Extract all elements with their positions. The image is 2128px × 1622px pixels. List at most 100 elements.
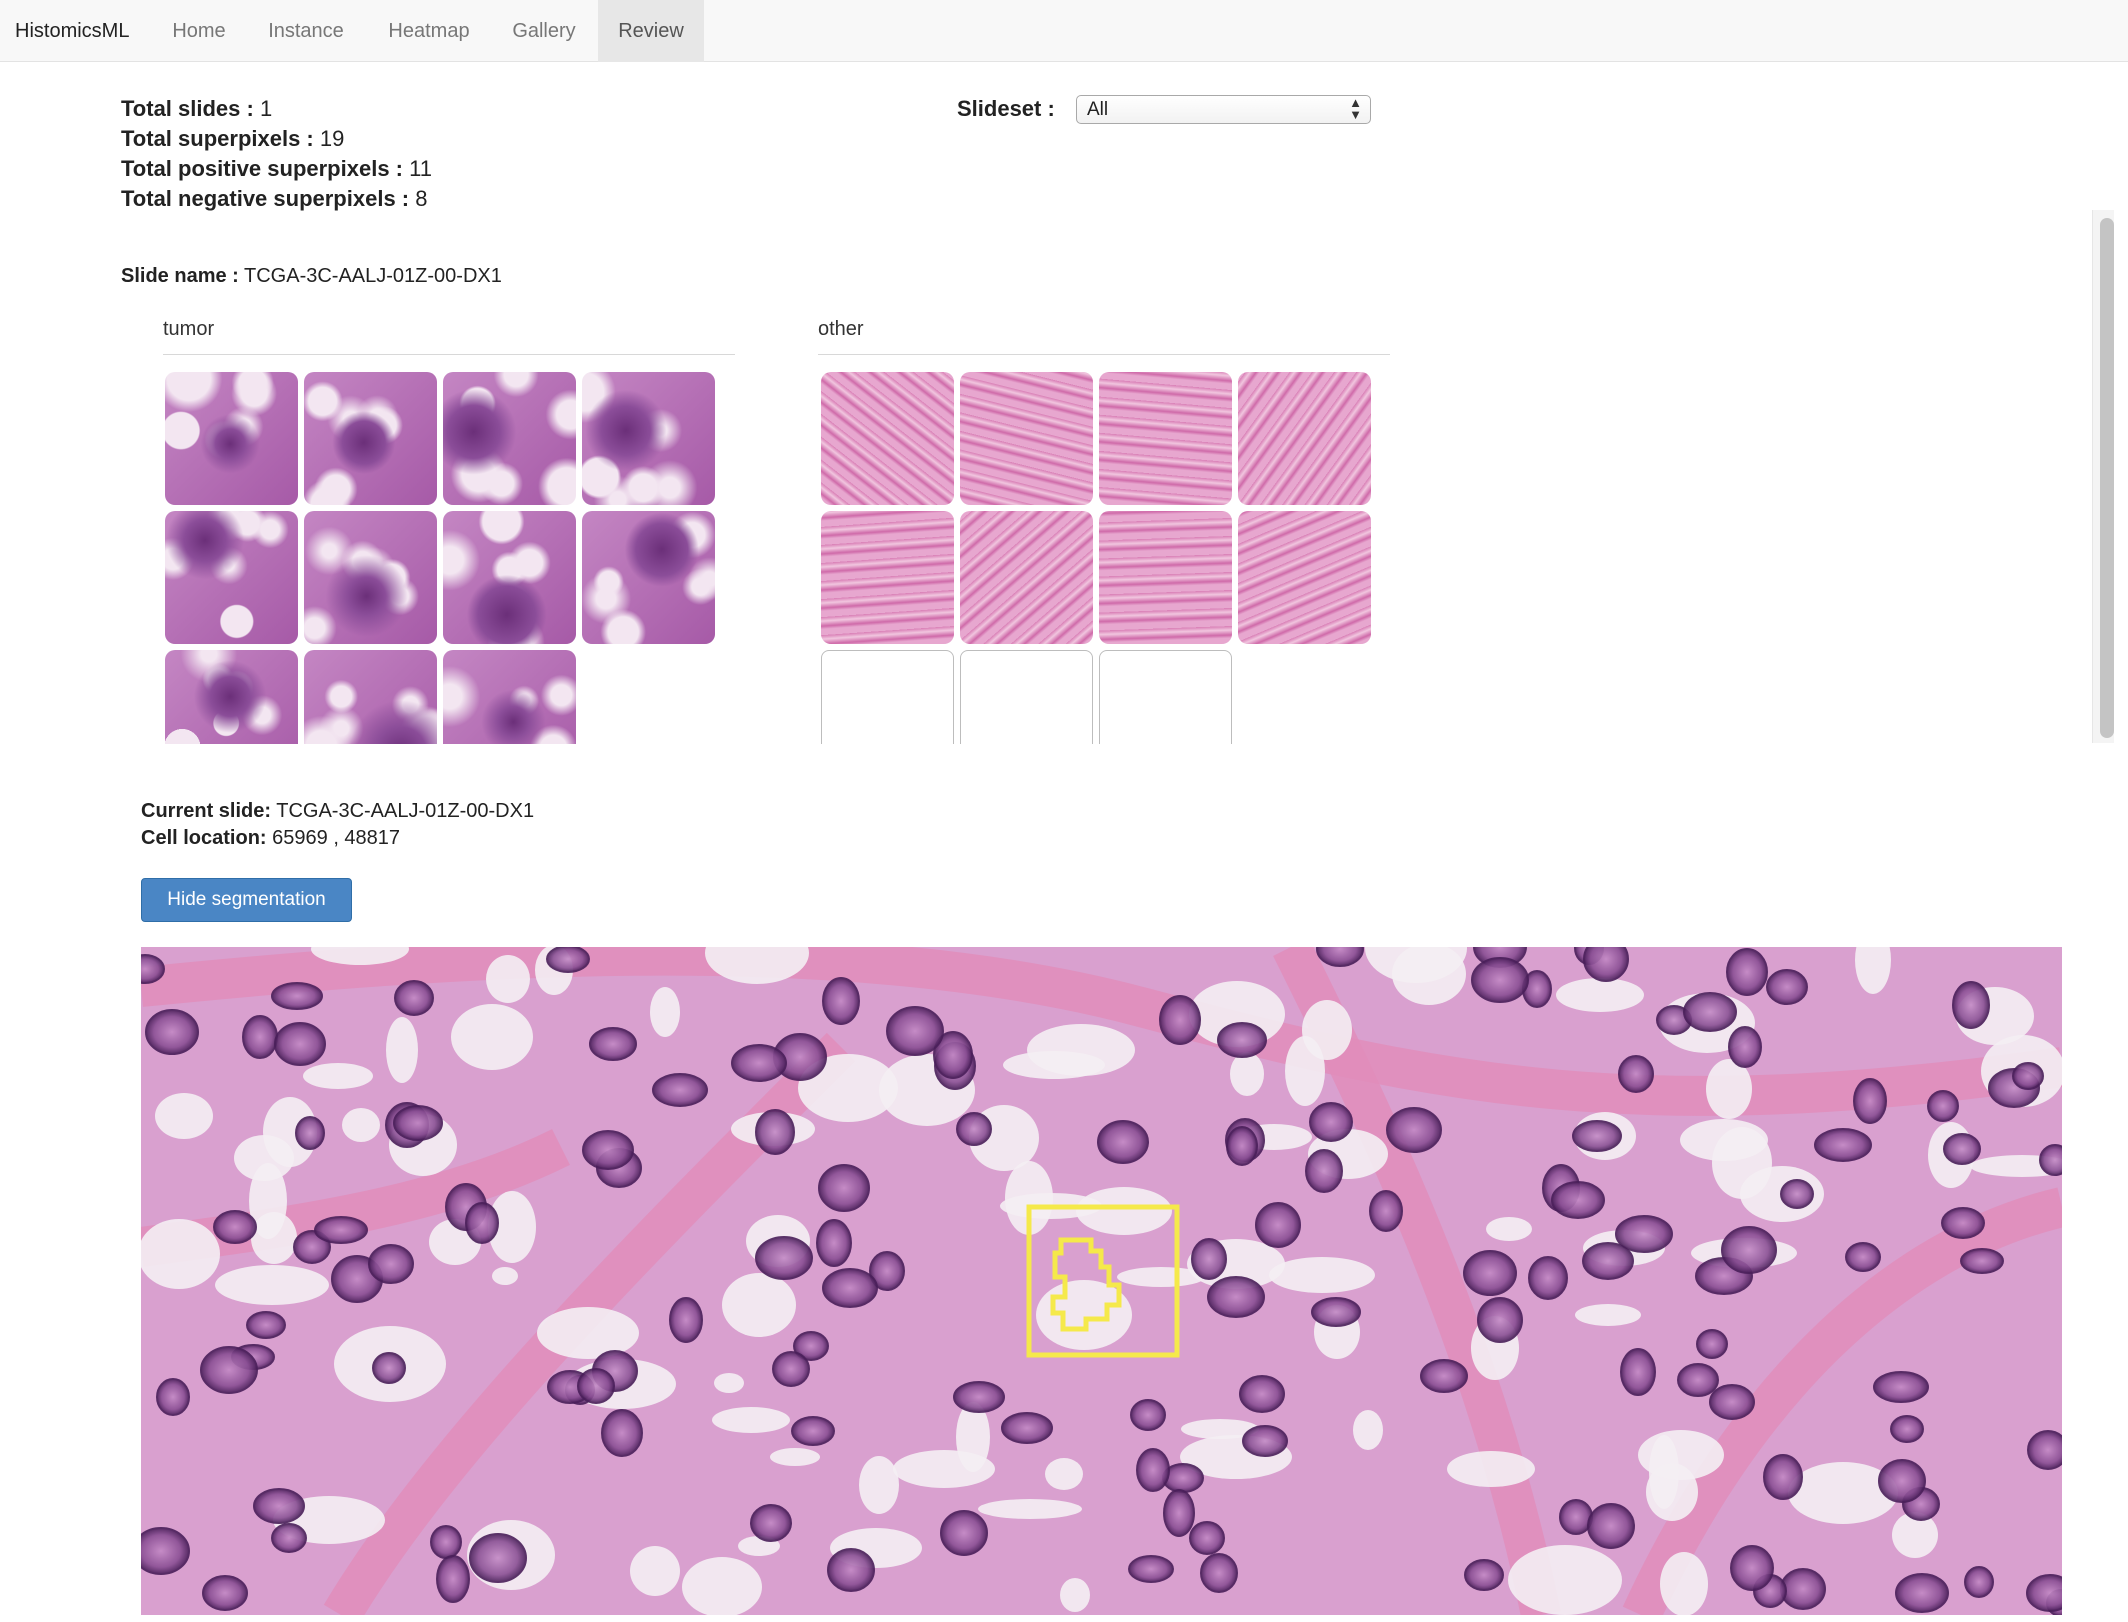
lumen-space [1230, 1052, 1264, 1096]
cell-nucleus [1242, 1425, 1288, 1457]
cell-nucleus [213, 1210, 257, 1244]
cell-nucleus [1572, 1120, 1622, 1152]
nav-review[interactable]: Review [598, 0, 704, 62]
cell-location: Cell location: 65969 , 48817 [141, 827, 400, 850]
updown-arrows-icon: ▲ ▼ [1349, 95, 1362, 122]
nav-heatmap[interactable]: Heatmap [372, 0, 486, 62]
superpixel-thumbnail[interactable] [165, 372, 298, 505]
superpixel-thumbnail[interactable] [821, 511, 954, 644]
stat-label: Total slides : [121, 96, 254, 121]
panel-scrollbar-thumb[interactable] [2100, 218, 2114, 738]
superpixel-thumbnail[interactable] [582, 511, 715, 644]
cell-nucleus [2012, 1062, 2044, 1090]
empty-thumbnail-slot [821, 650, 954, 744]
superpixel-thumbnail[interactable] [821, 372, 954, 505]
lumen-space [386, 1017, 418, 1083]
cell-nucleus [1964, 1566, 1994, 1598]
cell-nucleus [755, 1236, 813, 1280]
cell-nucleus [1128, 1555, 1174, 1583]
cell-nucleus [1130, 1399, 1166, 1431]
cell-nucleus [2027, 1430, 2062, 1470]
superpixel-thumbnail[interactable] [582, 372, 715, 505]
cell-nucleus [141, 1527, 190, 1575]
cell-nucleus [394, 980, 434, 1016]
superpixel-thumbnail[interactable] [443, 650, 576, 744]
cell-nucleus [271, 982, 323, 1010]
cell-nucleus [1477, 1297, 1523, 1343]
superpixel-thumbnail[interactable] [304, 372, 437, 505]
lumen-space [770, 1448, 820, 1466]
cell-nucleus [652, 1073, 708, 1107]
cell-nucleus [271, 1523, 307, 1553]
superpixel-thumbnail[interactable] [304, 511, 437, 644]
cell-nucleus [1728, 1026, 1762, 1068]
current-slide-value: TCGA-3C-AALJ-01Z-00-DX1 [276, 800, 535, 822]
stat-label: Total superpixels : [121, 126, 314, 151]
stat-total-slides: Total slides : 1 [121, 96, 272, 122]
nav-home[interactable]: Home [152, 0, 246, 62]
superpixel-thumbnail[interactable] [1238, 511, 1371, 644]
superpixel-thumbnail[interactable] [165, 650, 298, 744]
cell-nucleus [750, 1504, 792, 1542]
cell-nucleus [577, 1368, 615, 1404]
lumen-space [155, 1093, 213, 1139]
cell-nucleus [1683, 992, 1737, 1032]
cell-nucleus [393, 1105, 443, 1141]
lumen-space [1045, 1458, 1083, 1490]
cell-nucleus [1163, 1489, 1195, 1537]
stat-value: 11 [409, 156, 432, 181]
lumen-space [1508, 1545, 1622, 1615]
cell-nucleus [314, 1216, 368, 1244]
lumen-space [712, 1407, 790, 1433]
cell-location-label: Cell location: [141, 827, 267, 849]
hide-segmentation-button[interactable]: Hide segmentation [141, 878, 352, 922]
cell-nucleus [1927, 1090, 1959, 1122]
slideset-select[interactable]: All ▲ ▼ [1076, 95, 1371, 124]
lumen-space [251, 1212, 297, 1264]
lumen-space [342, 1108, 380, 1142]
cell-nucleus [1878, 1459, 1926, 1503]
stat-label: Total negative superpixels : [121, 186, 410, 211]
lumen-space [537, 1307, 639, 1359]
nav-gallery[interactable]: Gallery [498, 0, 590, 62]
cell-nucleus [1853, 1078, 1887, 1124]
lumen-space [978, 1499, 1082, 1519]
cell-location-value: 65969 , 48817 [272, 827, 401, 849]
cell-nucleus [1189, 1521, 1225, 1555]
slide-viewer[interactable] [141, 947, 2062, 1615]
superpixel-thumbnail[interactable] [960, 511, 1093, 644]
cell-nucleus [1001, 1412, 1053, 1444]
nav-instance[interactable]: Instance [252, 0, 360, 62]
cell-nucleus [940, 1510, 988, 1556]
lumen-space [630, 1546, 680, 1596]
lumen-space [1269, 1257, 1375, 1293]
superpixel-thumbnail[interactable] [443, 372, 576, 505]
lumen-space [1706, 1059, 1752, 1119]
superpixel-thumbnail[interactable] [1099, 511, 1232, 644]
cell-nucleus [1582, 1242, 1634, 1280]
lumen-space [1680, 1119, 1768, 1161]
cell-nucleus [822, 977, 860, 1025]
cell-nucleus [202, 1575, 248, 1611]
cell-nucleus [1845, 1242, 1881, 1272]
class-divider [818, 354, 1390, 355]
superpixel-thumbnail[interactable] [304, 650, 437, 744]
cell-nucleus [755, 1109, 795, 1155]
cell-nucleus [1207, 1276, 1265, 1318]
cell-nucleus [1620, 1348, 1656, 1396]
cell-nucleus [253, 1488, 305, 1524]
superpixel-thumbnail[interactable] [1238, 372, 1371, 505]
superpixel-thumbnail[interactable] [165, 511, 298, 644]
cell-nucleus [2026, 1574, 2062, 1612]
cell-nucleus [274, 1022, 326, 1066]
superpixel-thumbnail[interactable] [960, 372, 1093, 505]
cell-nucleus [1239, 1375, 1285, 1413]
lumen-space [893, 1450, 995, 1488]
superpixel-thumbnail[interactable] [1099, 372, 1232, 505]
cell-nucleus [295, 1116, 325, 1150]
superpixel-thumbnail[interactable] [443, 511, 576, 644]
cell-nucleus [546, 947, 590, 973]
lumen-space [451, 1004, 533, 1070]
brand[interactable]: HistomicsML [15, 0, 129, 62]
stat-value: 1 [259, 96, 273, 121]
